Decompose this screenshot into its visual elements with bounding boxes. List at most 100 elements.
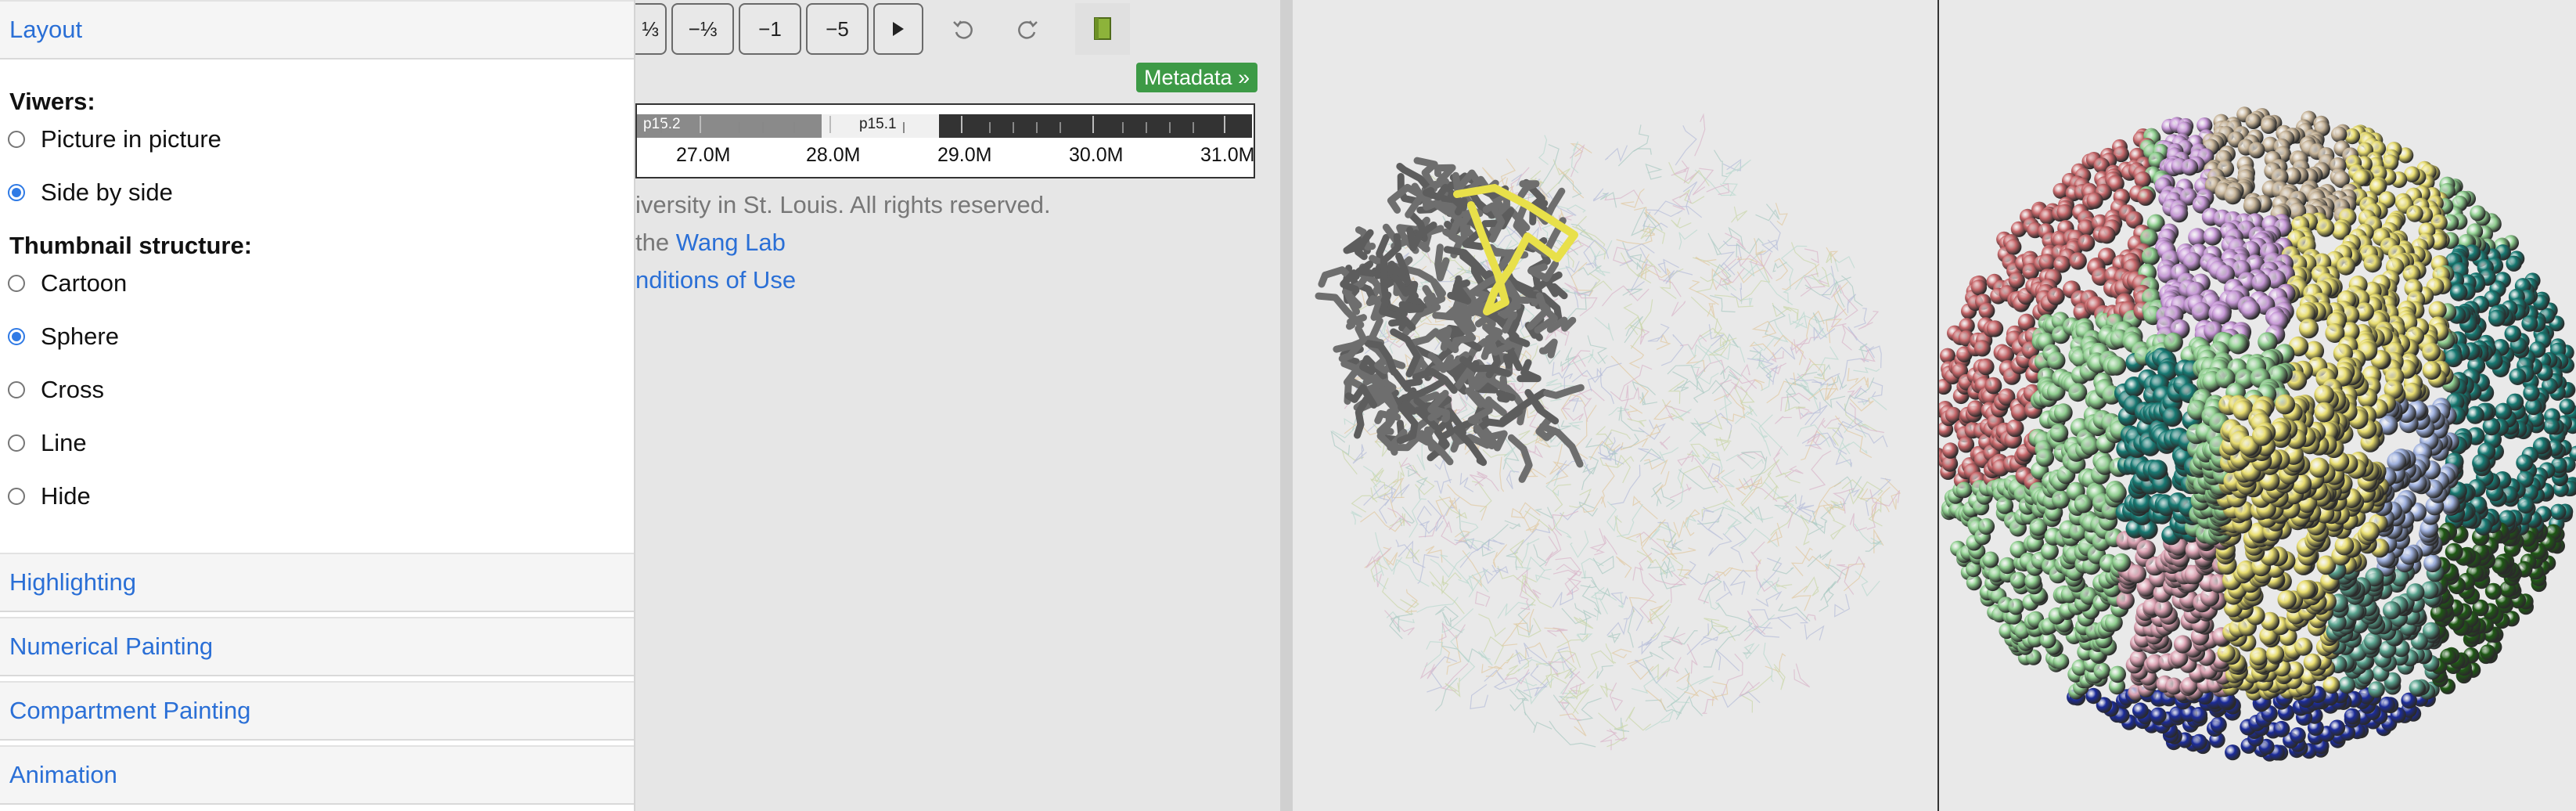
chromatin-line <box>1369 478 1398 490</box>
radio-hide[interactable]: Hide <box>8 482 91 510</box>
highlighting-section-header[interactable]: Highlighting <box>0 553 634 612</box>
animation-section-header[interactable]: Animation <box>0 745 634 805</box>
layout-section-title: Layout <box>9 16 83 43</box>
chromatin-line <box>1722 653 1743 695</box>
compartment-painting-section-header[interactable]: Compartment Painting <box>0 681 634 741</box>
chromatin-line <box>1607 437 1623 456</box>
chromatin-line <box>1647 323 1670 342</box>
bead-sphere <box>1999 557 2016 575</box>
radio-button[interactable] <box>8 488 25 505</box>
chromatin-line <box>1777 604 1811 622</box>
structure-viewer-sphere[interactable] <box>1939 0 2576 811</box>
chromatin-line <box>1656 333 1671 350</box>
zoom-out-5-button[interactable]: −5 <box>806 3 869 55</box>
chromatin-line <box>1596 665 1614 679</box>
chromatin-line <box>1567 421 1583 431</box>
chromatin-line <box>1545 378 1562 387</box>
chromatin-line <box>1605 643 1617 664</box>
chromatin-line <box>1847 326 1876 359</box>
structure-viewer-tube[interactable] <box>1293 0 1937 811</box>
chromatin-line <box>1616 503 1643 538</box>
radio-button[interactable] <box>8 434 25 452</box>
radio-side-by-side[interactable]: Side by side <box>8 178 173 207</box>
chromatin-line <box>1737 478 1778 502</box>
chromatin-line <box>1598 712 1628 730</box>
bead-sphere <box>2128 564 2146 584</box>
chromatin-line <box>1829 519 1847 540</box>
chromatin-line <box>1834 593 1851 618</box>
chromatin-line <box>1699 409 1723 430</box>
bead-sphere <box>2308 457 2330 478</box>
radio-picture-in-picture[interactable]: Picture in picture <box>8 125 221 153</box>
chromatin-line <box>1580 576 1597 589</box>
radio-button[interactable] <box>8 381 25 398</box>
chromatin-line <box>1588 272 1613 291</box>
chromatin-line <box>1533 544 1547 568</box>
chromatin-line <box>1470 683 1489 710</box>
chromatin-line <box>1659 447 1679 463</box>
zoom-out-third-button[interactable]: −⅓ <box>671 3 734 55</box>
chromatin-line <box>1580 609 1597 636</box>
radio-label: Cartoon <box>41 269 128 297</box>
wang-lab-link[interactable]: Wang Lab <box>676 229 786 256</box>
radio-sphere[interactable]: Sphere <box>8 323 119 351</box>
bead-sphere <box>2181 158 2199 176</box>
bead-sphere <box>2277 589 2297 610</box>
chromatin-line <box>1587 650 1615 679</box>
radio-button[interactable] <box>8 131 25 148</box>
bead-sphere <box>2521 315 2538 332</box>
radio-button[interactable] <box>8 275 25 292</box>
chromatin-line <box>1632 496 1658 520</box>
chromosome-ideogram[interactable]: p15.2 p15.1 27.0M 28.0M 29.0M 30.0M 31.0… <box>635 103 1255 178</box>
bead-sphere <box>2056 204 2074 221</box>
chromatin-line <box>1725 453 1765 470</box>
axis-label: 30.0M <box>1069 144 1124 166</box>
chromatin-line <box>1439 554 1470 584</box>
chromatin-line <box>1638 419 1667 440</box>
bead-sphere <box>2228 334 2248 355</box>
bead-sphere <box>2363 254 2382 273</box>
undo-button[interactable] <box>936 3 991 55</box>
chromatin-line <box>1607 632 1621 643</box>
chromatin-line <box>1696 507 1725 524</box>
metadata-button[interactable]: Metadata » <box>1136 63 1258 92</box>
chromatin-line <box>1772 302 1798 320</box>
chromatin-line <box>1501 611 1531 647</box>
chromatin-line <box>1581 557 1604 579</box>
numerical-painting-section-header[interactable]: Numerical Painting <box>0 617 634 676</box>
bead-sphere <box>2422 342 2441 362</box>
chromatin-line <box>1520 578 1536 606</box>
bead-sphere <box>2331 126 2348 142</box>
chromatin-line <box>1714 393 1746 411</box>
chromatin-line <box>1588 240 1613 261</box>
chromatin-line <box>1492 544 1508 568</box>
chromatin-line <box>1822 499 1834 515</box>
radio-cartoon[interactable]: Cartoon <box>8 269 127 297</box>
terms-of-use-link[interactable]: nditions of Use <box>635 266 796 294</box>
credits-prefix: the <box>635 229 676 256</box>
bead-sphere <box>2173 635 2193 654</box>
bead-sphere <box>2112 553 2132 572</box>
copyright-text: iversity in St. Louis. All rights reserv… <box>635 191 1051 218</box>
radio-cross[interactable]: Cross <box>8 376 104 404</box>
sphere-structure-canvas[interactable] <box>1939 0 2576 811</box>
radio-button-checked[interactable] <box>8 184 25 201</box>
undo-icon <box>953 20 973 39</box>
play-button[interactable] <box>873 3 923 55</box>
tube-structure-canvas[interactable] <box>1293 0 1937 811</box>
radio-line[interactable]: Line <box>8 429 87 457</box>
chromatin-line <box>1858 311 1880 330</box>
radio-button-checked[interactable] <box>8 328 25 345</box>
chromatin-line <box>1351 510 1362 525</box>
book-button[interactable] <box>1075 3 1130 55</box>
bead-sphere <box>2132 702 2149 719</box>
redo-button[interactable] <box>1000 3 1055 55</box>
chromatin-line <box>1764 485 1789 500</box>
button-label: −5 <box>826 16 849 41</box>
chromatin-line <box>1754 379 1765 391</box>
zoom-out-1-button[interactable]: −1 <box>739 3 801 55</box>
splitter-handle[interactable] <box>1280 0 1293 811</box>
layout-section-header[interactable]: Layout <box>0 0 634 59</box>
zoom-in-third-button[interactable]: ⅓ <box>635 3 667 55</box>
metadata-button-label: Metadata » <box>1144 65 1250 89</box>
